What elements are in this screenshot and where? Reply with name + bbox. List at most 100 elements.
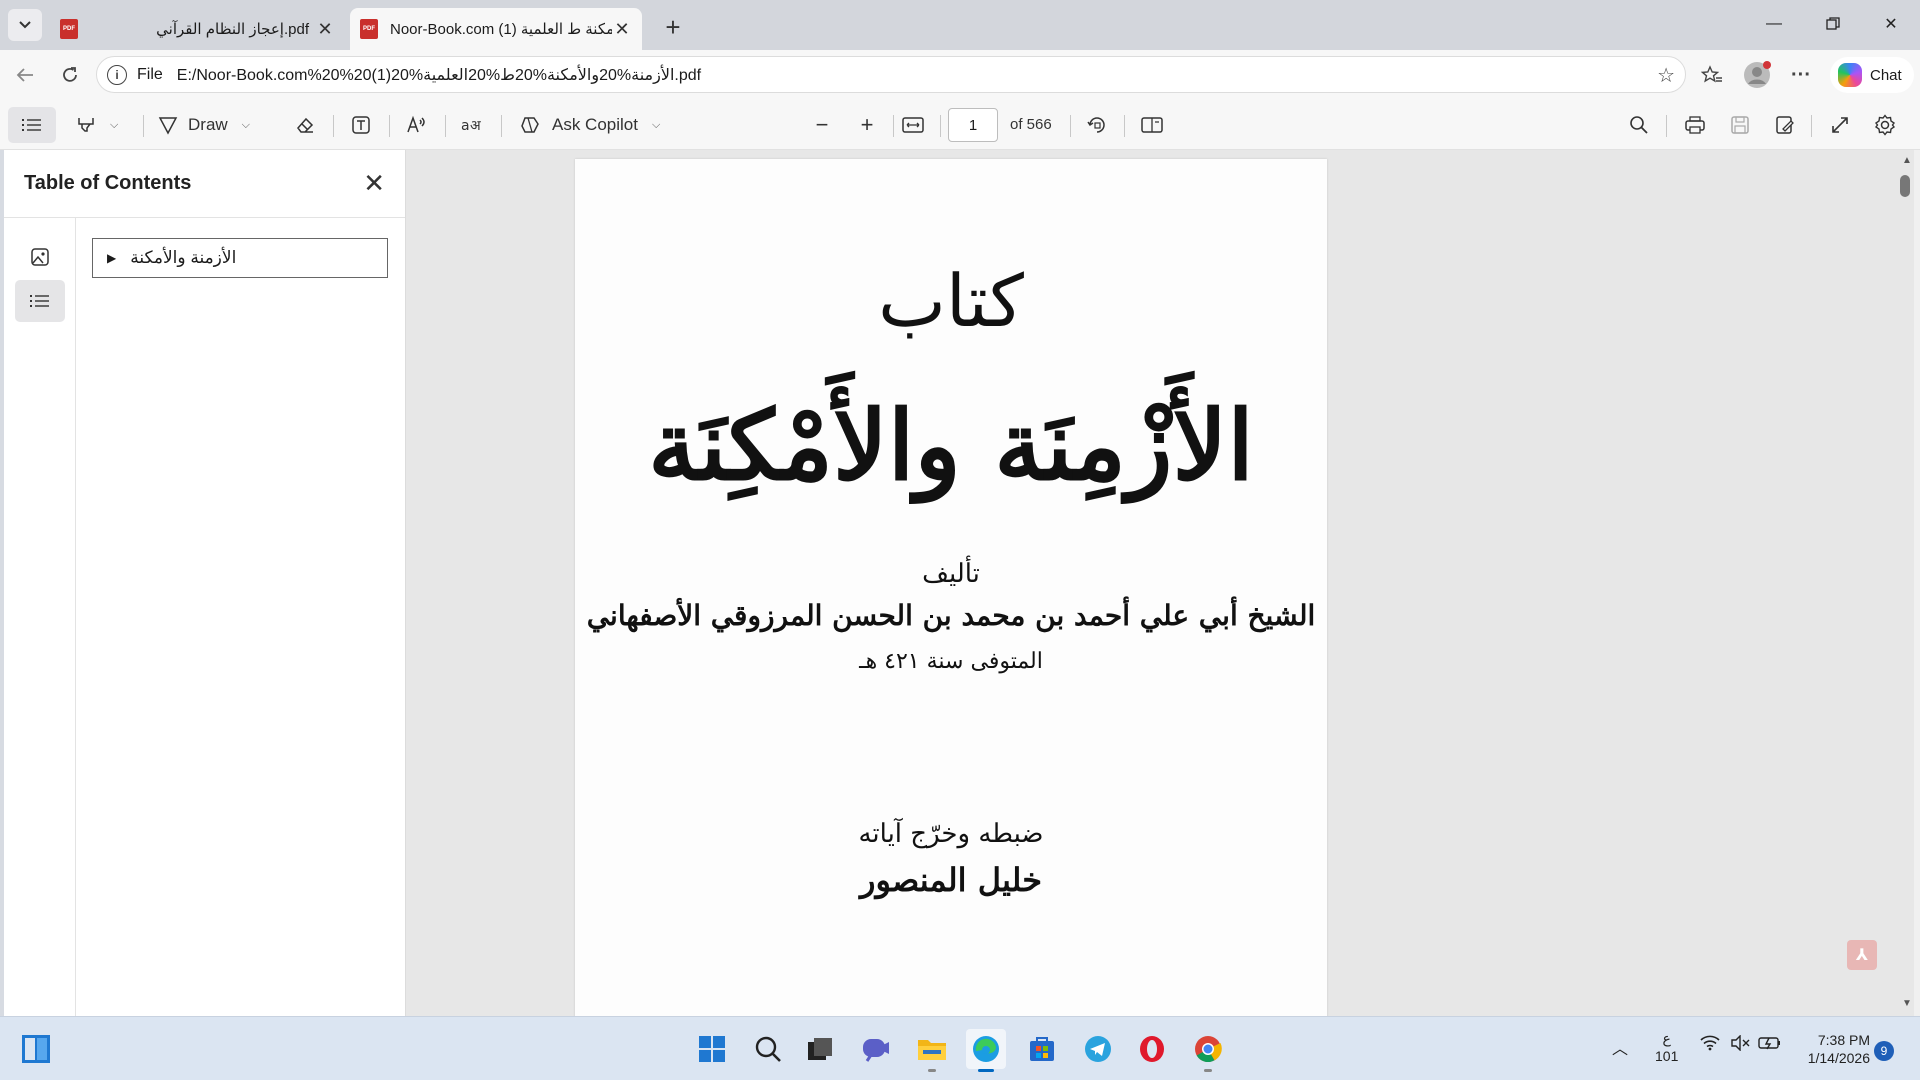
book-title: الأَزْمِنَة والأَمْكِنَة [648,389,1254,502]
pdf-viewer[interactable]: كتاب الأَزْمِنَة والأَمْكِنَة تأليف الشي… [406,150,1914,1016]
show-hidden-icons-chevron-icon[interactable]: ︿ [1612,1035,1628,1059]
system-clock[interactable]: 7:38 PM 1/14/2026 [1800,1031,1870,1067]
acrobat-icon[interactable]: ⅄ [1847,940,1877,970]
copilot-outline-icon [521,117,539,133]
find-button[interactable] [1622,109,1656,141]
rotate-icon [1087,117,1105,133]
battery-charging-icon[interactable] [1758,1035,1782,1055]
erase-button[interactable] [288,109,322,141]
address-bar-row: i File E:/Noor-Book.com%20%20(1)20%الأزم… [0,50,1920,100]
print-button[interactable] [1678,109,1712,141]
tab-pdf-ijaz[interactable]: PDF إعجاز النظام القرآني.pdf ✕ [50,8,345,50]
settings-button[interactable] [1868,109,1902,141]
telegram-icon [1085,1036,1111,1062]
start-button[interactable] [16,1029,56,1069]
notification-badge[interactable]: 9 [1874,1041,1894,1061]
keyboard-language-indicator[interactable]: ع 101 [1655,1029,1678,1065]
page-count: of 566 [1010,116,1052,133]
copilot-icon [1838,63,1862,87]
toc-item[interactable]: ▶ الأزمنة والأمكنة [92,238,388,278]
ask-copilot-label: Ask Copilot [552,115,638,134]
chevron-down-icon[interactable]: ⌵ [242,119,250,132]
url-scheme: File [137,65,163,83]
add-text-button[interactable] [344,109,378,141]
editor-name: خليل المنصور [860,861,1042,899]
favorites-list-icon [1701,65,1722,83]
save-button[interactable] [1723,109,1757,141]
back-arrow-icon [16,68,33,82]
toc-tab[interactable] [15,280,65,322]
translate-icon: aअ [461,118,481,134]
tab-pdf-azmina[interactable]: PDF Noor-Book.com (1) الأزمنة والأمكنة ط… [350,8,642,50]
minimize-button[interactable]: ― [1745,0,1803,48]
store-icon [1030,1037,1054,1061]
taskbar-file-explorer[interactable] [912,1029,952,1072]
close-window-button[interactable]: ✕ [1862,0,1920,48]
full-screen-button[interactable] [1823,109,1857,141]
windows-logo-icon [699,1036,725,1062]
taskbar-search[interactable] [748,1029,788,1069]
close-tab-icon[interactable]: ✕ [315,19,335,39]
panel-rail [4,218,76,1016]
address-input[interactable]: i File E:/Noor-Book.com%20%20(1)20%الأزم… [96,56,1686,93]
taskbar-chrome[interactable] [1188,1029,1228,1072]
taskbar-opera[interactable] [1132,1029,1172,1069]
thumbnails-tab[interactable] [15,236,65,278]
profile-button[interactable] [1741,59,1773,91]
back-button[interactable] [9,59,41,91]
scroll-up-icon[interactable]: ▲ [1902,155,1912,166]
chrome-icon [1195,1036,1222,1063]
task-view-icon [808,1038,832,1060]
chevron-down-icon[interactable]: ⌵ [652,119,660,132]
taskbar-store[interactable] [1022,1029,1062,1069]
highlighter-icon [78,118,94,132]
edge-browser-icon [973,1036,999,1062]
save-as-button[interactable] [1768,109,1802,141]
more-menu-button[interactable]: ··· [1785,59,1817,91]
zoom-in-button[interactable]: + [850,109,884,141]
close-panel-icon[interactable]: ✕ [363,168,385,199]
rotate-button[interactable] [1080,109,1114,141]
editor-label: ضبطه وخرّج آياته [858,819,1044,849]
authored-by-label: تأليف [922,559,980,589]
volume-muted-icon[interactable] [1730,1034,1750,1055]
info-icon[interactable]: i [107,64,127,85]
taskbar-telegram[interactable] [1078,1029,1118,1069]
refresh-button[interactable] [54,59,86,91]
favorite-star-icon[interactable]: ☆ [1657,63,1675,88]
taskbar-start-menu[interactable] [692,1029,732,1069]
draw-button[interactable]: Draw ⌵ [158,109,250,141]
expand-triangle-icon[interactable]: ▶ [107,251,116,265]
taskbar-task-view[interactable] [800,1029,840,1069]
toc-toggle-button[interactable] [8,107,56,143]
plus-icon: + [860,112,874,137]
page-number-input[interactable]: 1 [948,108,998,142]
close-tab-icon[interactable]: ✕ [612,19,632,39]
tab-actions-menu-button[interactable] [8,9,42,41]
restore-icon [1826,17,1840,30]
clock-time: 7:38 PM [1817,1032,1870,1048]
restore-button[interactable] [1804,0,1862,48]
fit-to-width-button[interactable] [896,109,930,141]
read-aloud-button[interactable] [400,109,434,141]
scrollbar-thumb[interactable] [1900,175,1910,197]
fit-width-icon [902,117,924,133]
copilot-chat-button[interactable]: Chat [1830,57,1914,93]
highlight-button[interactable]: ⌵ [76,109,118,141]
translate-button[interactable]: aअ [456,109,490,141]
taskbar-meet[interactable] [856,1029,896,1069]
chevron-down-icon[interactable]: ⌵ [110,119,118,132]
save-icon [1731,116,1749,134]
scroll-down-icon[interactable]: ▼ [1902,998,1912,1009]
windows-logo-icon [22,1035,50,1063]
page-view-button[interactable] [1135,109,1169,141]
clock-date: 1/14/2026 [1807,1050,1870,1066]
zoom-out-button[interactable]: − [805,109,839,141]
wifi-icon[interactable] [1700,1035,1720,1055]
favorites-button[interactable] [1696,59,1728,91]
new-tab-button[interactable]: + [658,12,688,42]
taskbar-edge[interactable] [966,1029,1006,1072]
ask-copilot-button[interactable]: Ask Copilot ⌵ [520,109,660,141]
scrollbar-track[interactable] [1914,150,1920,1016]
print-icon [1685,116,1705,134]
